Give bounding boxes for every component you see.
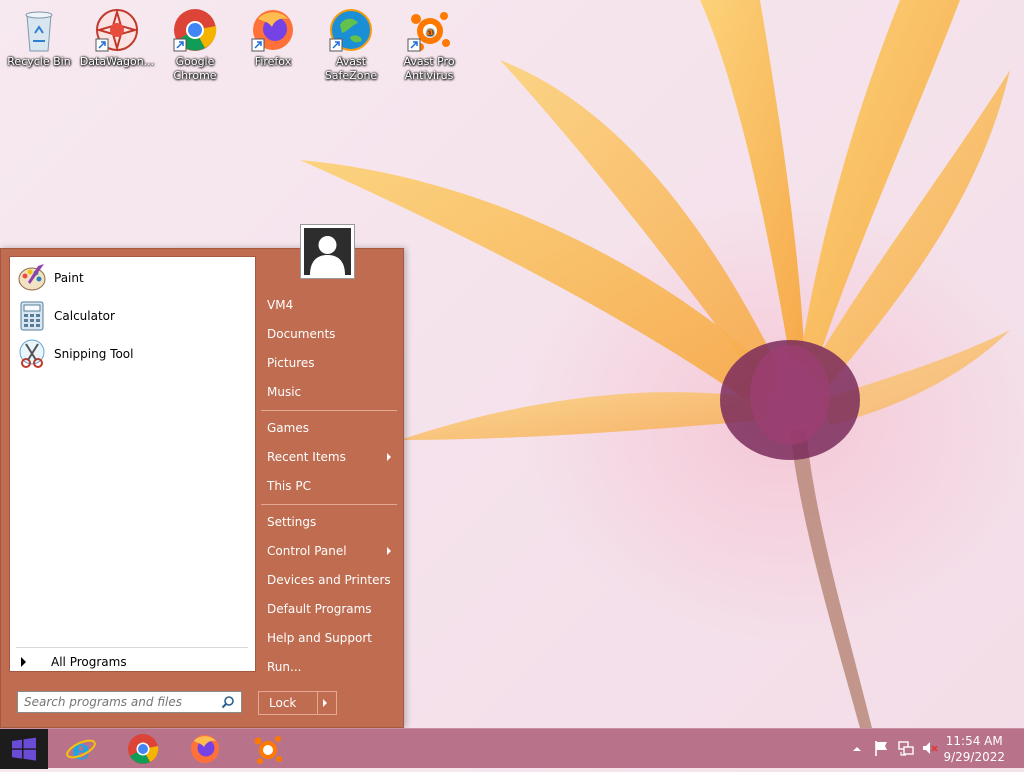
start-item-recent-items[interactable]: Recent Items <box>259 444 399 470</box>
avast-icon[interactable] <box>250 732 284 766</box>
program-label: Calculator <box>54 309 115 323</box>
start-item-label: Run... <box>267 660 302 674</box>
user-avatar[interactable] <box>300 224 355 279</box>
google-chrome-icon[interactable] <box>126 732 160 766</box>
desktop-icon-avast-safezone[interactable]: Avast SafeZone <box>312 4 390 83</box>
start-item-documents[interactable]: Documents <box>259 321 399 347</box>
desktop-icon-label: Google Chrome <box>173 55 217 82</box>
start-item-help-and-support[interactable]: Help and Support <box>259 625 399 651</box>
firefox-icon[interactable] <box>188 732 222 766</box>
desktop-icon-google-chrome[interactable]: Google Chrome <box>156 4 234 83</box>
start-item-label: Pictures <box>267 356 315 370</box>
divider <box>317 692 318 714</box>
start-item-devices-and-printers[interactable]: Devices and Printers <box>259 567 399 593</box>
avast-pro-antivirus-icon: a <box>407 12 450 52</box>
start-item-label: Settings <box>267 515 317 529</box>
start-item-label: Devices and Printers <box>267 573 391 587</box>
start-item-label: This PC <box>267 479 311 493</box>
desktop-icon-label: Avast SafeZone <box>324 55 378 82</box>
start-item-label: Games <box>267 421 309 435</box>
snipping-tool-icon <box>19 339 45 368</box>
desktop-icon-label: Avast Pro Antivirus <box>403 55 455 82</box>
user-silhouette-icon <box>304 228 351 275</box>
avast-safezone-icon <box>329 9 372 52</box>
start-item-label: VM4 <box>267 298 294 312</box>
taskbar: e 11:54 AM 9/29/2022 <box>0 728 1024 769</box>
lock-options-arrow-icon[interactable] <box>323 699 327 707</box>
datawagon-icon <box>95 8 139 52</box>
volume-muted-icon[interactable] <box>921 739 939 757</box>
start-item-music[interactable]: Music <box>259 379 399 405</box>
start-item-label: Default Programs <box>267 602 372 616</box>
search-icon[interactable] <box>221 695 235 709</box>
action-center-flag-icon[interactable] <box>872 739 890 757</box>
submenu-arrow-icon <box>387 453 391 461</box>
firefox-icon <box>251 10 293 52</box>
divider <box>261 504 397 505</box>
start-item-label: Control Panel <box>267 544 347 558</box>
recycle-bin-icon <box>25 11 53 52</box>
submenu-arrow-icon <box>387 547 391 555</box>
search-box[interactable] <box>17 691 242 713</box>
program-paint[interactable]: Paint <box>16 260 246 296</box>
desktop-icon-label: Recycle Bin <box>7 55 71 68</box>
desktop-icon-avast-pro-antivirus[interactable]: a Avast Pro Antivirus <box>390 4 468 83</box>
svg-text:e: e <box>72 733 90 766</box>
start-item-label: Music <box>267 385 302 399</box>
start-menu: Paint Calculator Snipping Tool All Progr… <box>0 248 404 728</box>
all-programs-button[interactable]: All Programs <box>16 653 248 671</box>
start-item-label: Help and Support <box>267 631 372 645</box>
start-item-vm4[interactable]: VM4 <box>259 292 399 318</box>
program-label: Snipping Tool <box>54 347 134 361</box>
desktop-icon-firefox[interactable]: Firefox <box>234 4 312 69</box>
desktop-icon-recycle-bin[interactable]: Recycle Bin <box>0 4 78 69</box>
lock-label: Lock <box>269 696 297 710</box>
all-programs-label: All Programs <box>51 655 127 669</box>
system-clock[interactable]: 11:54 AM 9/29/2022 <box>943 733 1005 765</box>
google-chrome-icon <box>173 9 217 52</box>
start-item-this-pc[interactable]: This PC <box>259 473 399 499</box>
start-item-control-panel[interactable]: Control Panel <box>259 538 399 564</box>
program-label: Paint <box>54 271 84 285</box>
network-icon[interactable] <box>897 739 915 757</box>
start-item-label: Documents <box>267 327 336 341</box>
program-calculator[interactable]: Calculator <box>16 298 246 334</box>
start-item-pictures[interactable]: Pictures <box>259 350 399 376</box>
start-item-settings[interactable]: Settings <box>259 509 399 535</box>
divider <box>261 410 397 411</box>
desktop-icon-label: DataWagon... <box>79 55 155 68</box>
calculator-icon <box>20 301 44 331</box>
start-item-default-programs[interactable]: Default Programs <box>259 596 399 622</box>
triangle-right-icon <box>21 657 26 667</box>
start-item-label: Recent Items <box>267 450 346 464</box>
start-item-run[interactable]: Run... <box>259 654 399 680</box>
show-hidden-icons-arrow[interactable] <box>851 743 863 755</box>
start-item-games[interactable]: Games <box>259 415 399 441</box>
windows-logo-icon <box>12 737 36 761</box>
lock-button[interactable]: Lock <box>258 691 337 715</box>
program-snipping-tool[interactable]: Snipping Tool <box>16 336 246 372</box>
svg-text:a: a <box>427 27 434 38</box>
desktop-icon-label: Firefox <box>254 55 292 68</box>
desktop-icon-datawagon[interactable]: DataWagon... <box>78 4 156 69</box>
internet-explorer-icon[interactable]: e <box>64 732 98 766</box>
start-menu-programs-pane: Paint Calculator Snipping Tool All Progr… <box>9 256 256 672</box>
clock-date: 9/29/2022 <box>943 750 1005 764</box>
divider <box>16 647 248 648</box>
search-input[interactable] <box>18 692 220 712</box>
paint-icon <box>18 264 46 291</box>
clock-time: 11:54 AM <box>945 734 1003 748</box>
start-button[interactable] <box>0 729 48 769</box>
